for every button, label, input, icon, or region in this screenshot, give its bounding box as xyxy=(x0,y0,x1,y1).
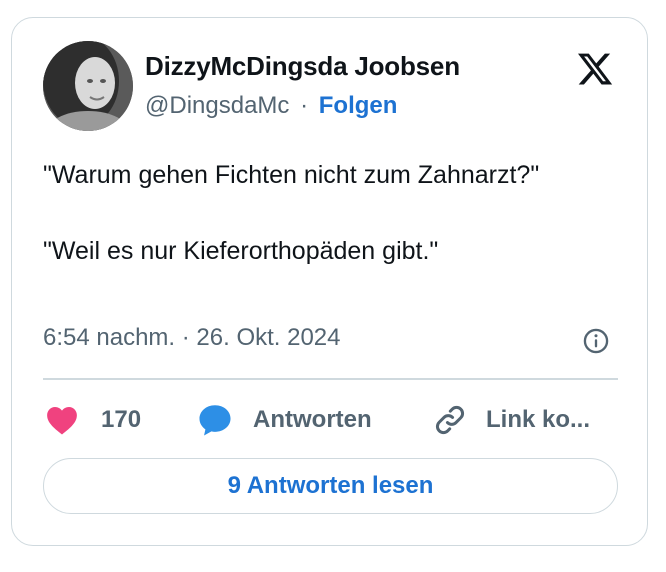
read-replies-label: 9 Antworten lesen xyxy=(227,472,434,499)
tweet-timestamp[interactable]: 6:54 nachm. · 26. Okt. 2024 xyxy=(43,324,341,352)
divider xyxy=(43,378,618,380)
speech-bubble-icon xyxy=(199,405,231,436)
action-bar: 170 Antworten Link ko... xyxy=(43,398,618,442)
avatar-photo xyxy=(43,41,133,131)
copy-link-label: Link ko... xyxy=(486,406,591,433)
info-icon[interactable] xyxy=(582,327,610,355)
tweet-text: "Warum gehen Fichten nicht zum Zahnarzt?… xyxy=(43,161,540,265)
like-count: 170 xyxy=(101,406,142,433)
avatar[interactable] xyxy=(43,41,133,131)
follow-button[interactable]: Folgen xyxy=(319,92,398,119)
read-replies-button[interactable]: 9 Antworten lesen xyxy=(43,458,618,514)
tweet-card: DizzyMcDingsda Joobsen @DingsdaMc · Folg… xyxy=(11,17,648,546)
x-logo-icon[interactable] xyxy=(575,50,615,88)
separator-dot: · xyxy=(300,92,309,119)
author-name[interactable]: DizzyMcDingsda Joobsen xyxy=(145,51,460,82)
author-handle[interactable]: @DingsdaMc xyxy=(145,92,289,119)
reply-label: Antworten xyxy=(253,406,372,433)
link-icon xyxy=(436,406,464,434)
like-button[interactable]: 170 xyxy=(45,398,141,442)
reply-button[interactable]: Antworten xyxy=(197,398,372,442)
heart-icon xyxy=(47,406,77,435)
author-handle-row: @DingsdaMc · Folgen xyxy=(145,92,397,120)
copy-link-button[interactable]: Link ko... xyxy=(432,398,590,442)
